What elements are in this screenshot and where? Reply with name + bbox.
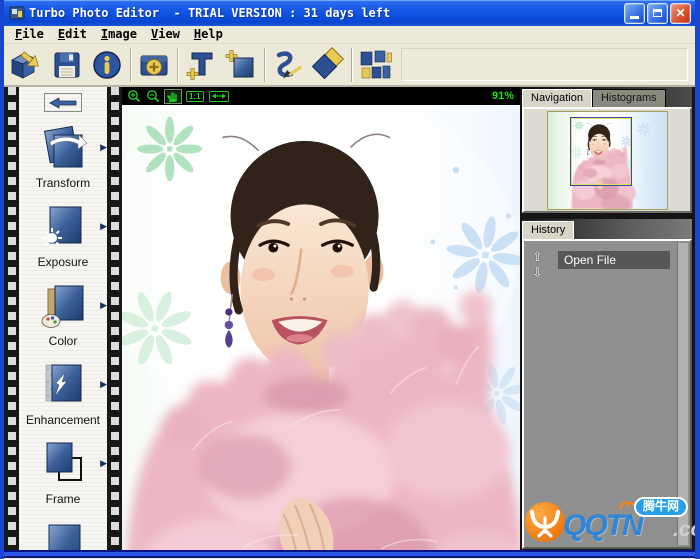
actual-size-button[interactable]: 1:1 xyxy=(185,89,205,104)
color-icon xyxy=(37,280,89,332)
fit-width-icon xyxy=(209,91,229,102)
tab-histograms[interactable]: Histograms xyxy=(592,89,666,107)
toolbar-separator xyxy=(351,48,352,82)
main-toolbar xyxy=(4,44,695,87)
info-circle-icon xyxy=(89,47,125,83)
menu-view[interactable]: View xyxy=(144,26,187,43)
app-window: Turbo Photo Editor - TRIAL VERSION : 31 … xyxy=(0,0,700,559)
menu-image[interactable]: Image xyxy=(94,26,144,43)
menu-bar: File Edit Image View Help xyxy=(4,26,695,44)
exposure-icon xyxy=(37,201,89,253)
sidebar-item-label: Transform xyxy=(19,176,107,190)
canvas-area: 1:1 91% xyxy=(122,87,520,550)
zoom-out-button[interactable] xyxy=(145,89,161,104)
fit-width-button[interactable] xyxy=(208,89,230,104)
maximize-button[interactable] xyxy=(647,3,668,24)
tool-sidebar: ▶ Transform ▶ Exposure xyxy=(4,87,122,550)
toolbar-separator xyxy=(130,48,131,82)
minimize-icon xyxy=(630,16,639,19)
sidebar-item-exposure[interactable]: ▶ Exposure xyxy=(19,197,107,276)
sidebar-item-frame[interactable]: ▶ Frame xyxy=(19,434,107,513)
menu-file[interactable]: File xyxy=(8,26,51,43)
viewport-rectangle[interactable] xyxy=(571,118,631,185)
navigation-thumbnail[interactable] xyxy=(547,111,668,210)
enhancement-icon xyxy=(37,359,89,411)
box-plus-icon xyxy=(136,47,172,83)
expand-arrow-icon: ▶ xyxy=(100,221,107,232)
toolbar-empty-area xyxy=(401,48,688,81)
menu-help[interactable]: Help xyxy=(187,26,230,43)
save-button[interactable] xyxy=(47,46,87,83)
palette-button[interactable] xyxy=(308,46,348,83)
transform-icon xyxy=(37,122,89,174)
filmstrip-right xyxy=(107,87,122,550)
sidebar-item-label: Color xyxy=(19,334,107,348)
info-button[interactable] xyxy=(87,46,127,83)
menu-edit[interactable]: Edit xyxy=(51,26,94,43)
square-plus-icon xyxy=(223,47,259,83)
brush-squiggle-icon xyxy=(270,47,306,83)
photo-canvas[interactable] xyxy=(122,105,520,550)
expand-arrow-icon: ▶ xyxy=(100,379,107,390)
add-text-button[interactable] xyxy=(181,46,221,83)
minimize-button[interactable] xyxy=(624,3,645,24)
add-object-button[interactable] xyxy=(221,46,261,83)
sidebar-item-partial[interactable] xyxy=(19,513,107,550)
sidebar-item-label: Frame xyxy=(19,492,107,506)
app-icon xyxy=(9,5,25,21)
close-button[interactable]: ✕ xyxy=(670,3,691,24)
back-button[interactable] xyxy=(44,93,82,112)
close-icon: ✕ xyxy=(675,7,685,19)
filmstrip-left xyxy=(4,87,19,550)
expand-arrow-icon: ▶ xyxy=(100,300,107,311)
window-bottom-border xyxy=(4,550,695,558)
toolbar-separator xyxy=(264,48,265,82)
pan-tool-button[interactable] xyxy=(164,89,182,104)
palette-diamond-icon xyxy=(310,47,346,83)
tab-navigation[interactable]: Navigation xyxy=(522,89,592,107)
actual-size-icon: 1:1 xyxy=(186,91,204,102)
text-plus-icon xyxy=(183,47,219,83)
batch-button[interactable] xyxy=(134,46,174,83)
navigation-panel: Navigation Histograms xyxy=(522,87,692,213)
zoom-in-button[interactable] xyxy=(126,89,142,104)
history-up-arrow[interactable]: ⇧ xyxy=(532,251,543,264)
sidebar-item-enhancement[interactable]: ▶ Enhancement xyxy=(19,355,107,434)
tab-history[interactable]: History xyxy=(522,221,574,239)
draw-button[interactable] xyxy=(268,46,308,83)
expand-arrow-icon: ▶ xyxy=(100,142,107,153)
open-button[interactable] xyxy=(7,46,47,83)
expand-arrow-icon: ▶ xyxy=(100,458,107,469)
zoom-in-icon xyxy=(127,89,141,103)
sidebar-item-color[interactable]: ▶ Color xyxy=(19,276,107,355)
canvas-toolbar: 1:1 91% xyxy=(122,87,520,105)
floppy-disk-icon xyxy=(49,47,85,83)
right-panel: Navigation Histograms History xyxy=(520,87,695,550)
window-title: Turbo Photo Editor - TRIAL VERSION : 31 … xyxy=(29,6,624,20)
hand-icon xyxy=(166,89,180,103)
title-bar: Turbo Photo Editor - TRIAL VERSION : 31 … xyxy=(4,0,695,26)
history-scrollbar[interactable] xyxy=(677,243,688,545)
open-folder-icon xyxy=(9,47,45,83)
web-icon xyxy=(37,521,89,550)
history-panel: History ⇧ ⇩ Open File xyxy=(522,219,692,549)
sidebar-item-label: Exposure xyxy=(19,255,107,269)
sidebar-item-transform[interactable]: ▶ Transform xyxy=(19,118,107,197)
tiles-icon xyxy=(357,47,393,83)
history-down-arrow[interactable]: ⇩ xyxy=(532,267,543,280)
sidebar-item-label: Enhancement xyxy=(19,413,107,427)
maximize-icon xyxy=(653,9,662,17)
zoom-level: 91% xyxy=(492,90,514,102)
toolbar-separator xyxy=(177,48,178,82)
zoom-out-icon xyxy=(146,89,160,103)
frame-icon xyxy=(37,438,89,490)
history-entry[interactable]: Open File xyxy=(558,251,670,269)
back-arrow-icon xyxy=(48,97,78,109)
browse-button[interactable] xyxy=(355,46,395,83)
